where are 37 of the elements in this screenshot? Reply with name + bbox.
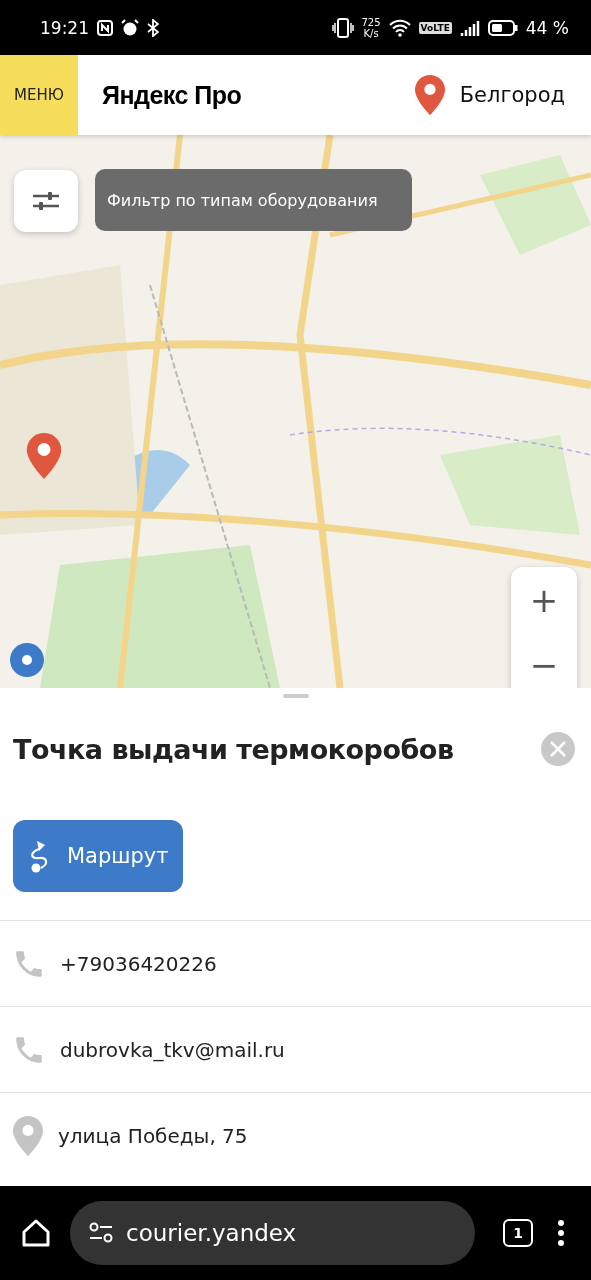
location-pin-icon [413,75,446,115]
city-selector[interactable]: Белгород [413,75,565,115]
tab-count-button[interactable]: 1 [503,1219,533,1247]
network-badge: VoLTE [418,21,452,34]
address-text: улица Победы, 75 [58,1123,248,1148]
sliders-icon [31,189,61,213]
address-bar[interactable]: courier.yandex [70,1201,475,1265]
close-icon [548,739,568,759]
contact-text: +79036420226 [60,951,217,976]
site-settings-icon [88,1221,114,1245]
clock-time: 19:21 [40,17,89,38]
drag-handle[interactable] [282,694,309,698]
alarm-icon [121,18,139,37]
sheet-title: Точка выдачи термокоробов [13,733,454,765]
my-location-button[interactable] [10,643,44,677]
nfc-icon [97,19,113,36]
vibrate-icon [331,17,354,38]
zoom-in-button[interactable]: + [511,567,577,632]
location-pin-icon [12,1115,44,1156]
speed-value: 725 [361,16,381,28]
battery-percent: 44 % [525,17,569,38]
bluetooth-icon [147,18,159,37]
zoom-out-button[interactable]: − [511,632,577,688]
home-icon [20,1217,52,1249]
route-button[interactable]: Маршрут [13,820,183,892]
url-text: courier.yandex [126,1220,297,1246]
filter-tooltip: Фильтр по типам оборудования [95,169,412,231]
contact-text: dubrovka_tkv@mail.ru [60,1037,285,1062]
menu-button[interactable]: МЕНЮ [0,55,78,135]
wifi-icon [388,18,411,37]
app-title: Яндекс Про [102,80,242,110]
filter-button[interactable] [14,170,78,232]
map-pin-icon [26,433,62,479]
speed-unit: K/s [363,27,379,39]
battery-icon [487,18,518,37]
signal-icon [459,18,480,37]
home-button[interactable] [20,1217,52,1249]
